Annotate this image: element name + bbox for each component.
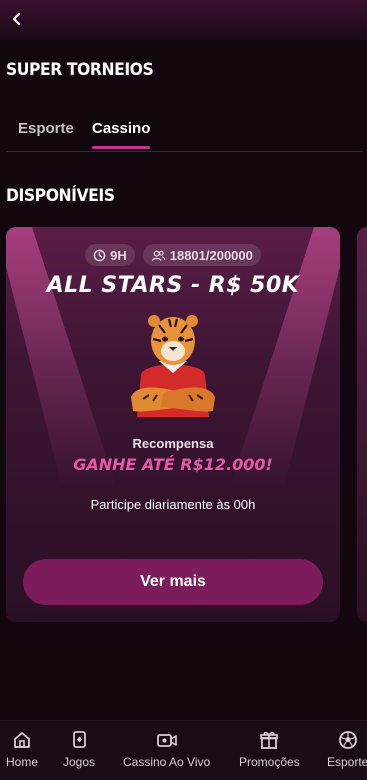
tournament-title: ALL STARS - R$ 50K [46,273,300,298]
nav-item-cassino-ao-vivo[interactable]: Cassino Ao Vivo [123,729,210,769]
tab-esporte[interactable]: Esporte [18,120,74,149]
next-tournament-card-peek[interactable] [357,227,367,622]
section-title: DISPONÍVEIS [6,186,115,206]
reward-value: GANHE ATÉ R$12.000! [73,455,273,474]
participants-text: 18801/200000 [169,247,253,263]
nav-item-promocoes[interactable]: Promoções [239,729,300,769]
tab-bar: Esporte Cassino [6,114,363,152]
bottom-navigation: Home Jogos Cassino Ao Vivo Promoções Esp… [0,720,367,780]
page-title: SUPER TORNEIOS [6,60,154,80]
nav-label-esporte: Esporte [327,755,367,769]
participants-badge: 18801/200000 [142,244,261,266]
nav-label-promocoes: Promoções [239,755,300,769]
nav-label-home: Home [6,755,39,769]
live-video-icon [156,729,178,751]
reward-label: Recompensa [132,436,214,451]
users-icon [151,250,165,261]
tiger-mascot-image [131,315,215,417]
nav-item-jogos[interactable]: Jogos [63,729,95,769]
clock-icon [93,249,106,261]
nav-item-esporte[interactable]: Esporte [327,729,367,769]
home-icon [11,729,33,751]
schedule-text: Participe diariamente às 00h [90,497,256,512]
gift-icon [258,729,280,751]
duration-text: 9H [110,247,127,263]
nav-label-cassino-ao-vivo: Cassino Ao Vivo [123,755,211,769]
back-button[interactable] [6,8,28,30]
nav-item-home[interactable]: Home [6,729,38,769]
cards-icon [68,729,90,751]
chevron-left-icon [12,12,21,26]
tournament-card: 9H 18801/200000 ALL STARS - R$ 50K Recom… [6,227,340,622]
tab-cassino[interactable]: Cassino [92,120,151,149]
top-bar [0,0,367,40]
duration-badge: 9H [85,244,135,266]
see-more-button[interactable]: Ver mais [23,559,323,605]
nav-label-jogos: Jogos [63,755,96,769]
soccer-ball-icon [337,729,359,751]
card-badges: 9H 18801/200000 [6,244,340,266]
